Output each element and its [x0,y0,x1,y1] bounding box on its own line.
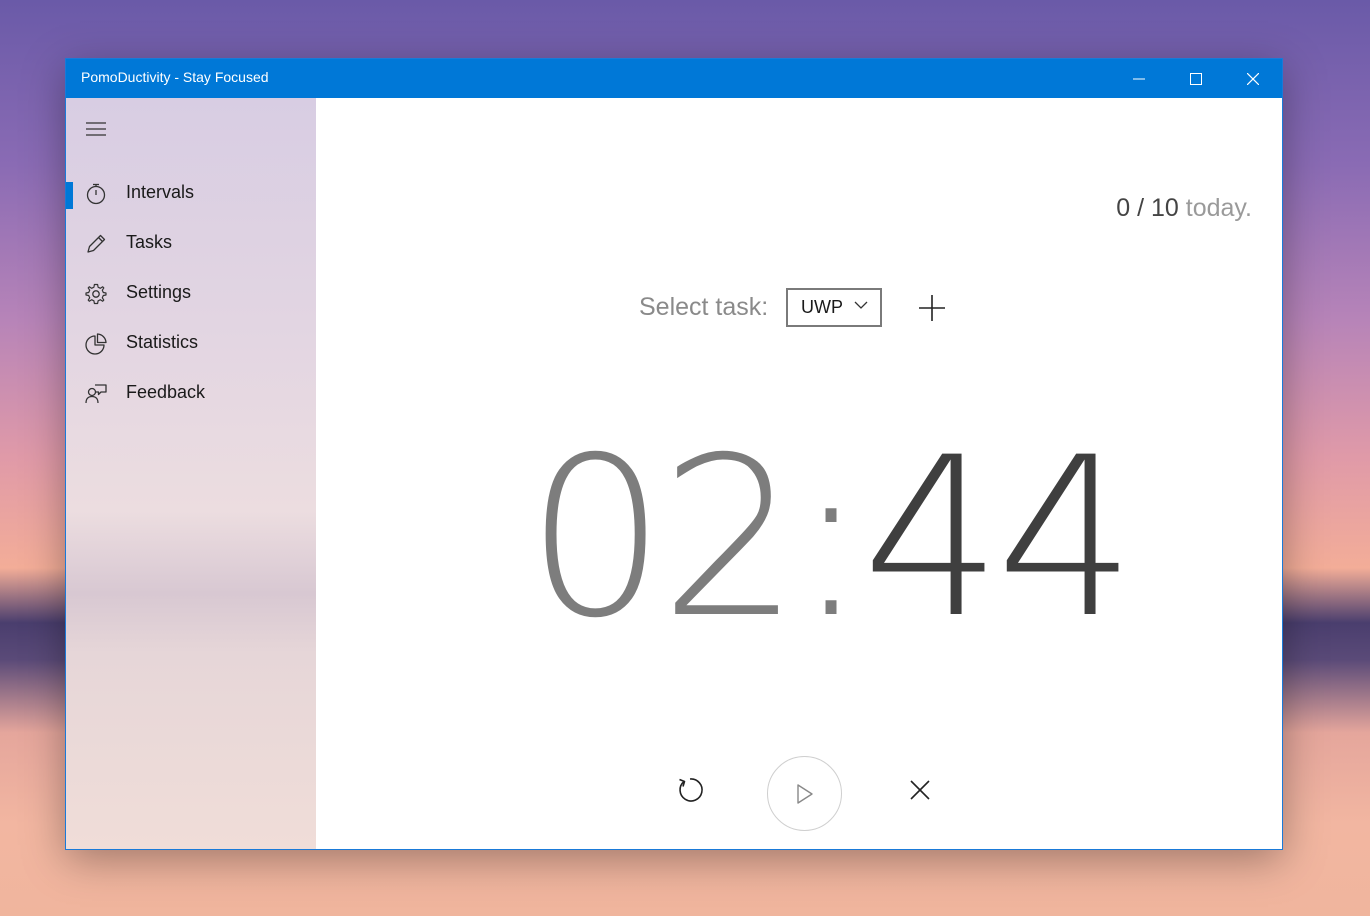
main-content: 0 / 10 today. Select task: UWP 02:44 [316,98,1282,849]
sidebar-item-label: Settings [126,282,192,302]
timer-separator: : [793,410,868,666]
play-icon [796,783,813,804]
task-dropdown-value: UWP [801,297,843,317]
sidebar-item-feedback[interactable]: Feedback [66,370,316,418]
cancel-interval-button[interactable] [902,772,938,808]
pencil-icon [87,234,106,253]
app-window: PomoDuctivity - Stay Focused Intervals T… [66,59,1282,849]
play-button[interactable] [767,756,842,831]
title-bar[interactable]: PomoDuctivity - Stay Focused [66,59,1282,98]
sidebar-item-settings[interactable]: Settings [66,270,316,318]
minimize-icon [1132,78,1145,79]
chevron-down-icon [854,301,868,309]
sidebar-item-label: Intervals [126,182,195,202]
pie-chart-icon [85,333,107,355]
today-count: 0 / 10 [1116,194,1179,222]
refresh-icon [679,778,703,802]
window-title: PomoDuctivity - Stay Focused [81,69,269,85]
timer-seconds: 44 [862,410,1136,666]
close-icon [910,780,930,800]
add-task-button[interactable] [916,292,948,324]
minimize-button[interactable] [1110,59,1167,98]
reset-button[interactable] [672,772,708,808]
sidebar-item-tasks[interactable]: Tasks [66,220,316,268]
sidebar: Intervals Tasks Settings Statistics Feed… [66,98,316,849]
timer-display: 02:44 [526,418,1136,658]
feedback-icon [85,384,107,404]
maximize-icon [1189,72,1202,85]
gear-icon [85,283,107,305]
sidebar-item-label: Feedback [126,382,206,402]
stopwatch-icon [86,183,106,205]
selection-indicator [66,182,73,209]
close-icon [1246,72,1259,85]
sidebar-item-label: Statistics [126,332,199,352]
select-task-label: Select task: [639,293,769,321]
today-suffix: today. [1185,194,1252,222]
sidebar-item-statistics[interactable]: Statistics [66,320,316,368]
close-window-button[interactable] [1224,59,1281,98]
task-dropdown[interactable]: UWP [786,288,882,327]
timer-minutes: 02 [526,410,800,666]
plus-icon [919,295,945,321]
hamburger-icon [86,122,106,136]
hamburger-button[interactable] [80,114,112,144]
maximize-button[interactable] [1167,59,1224,98]
sidebar-item-intervals[interactable]: Intervals [66,170,316,218]
today-progress: 0 / 10 today. [1116,194,1252,223]
sidebar-item-label: Tasks [126,232,173,252]
